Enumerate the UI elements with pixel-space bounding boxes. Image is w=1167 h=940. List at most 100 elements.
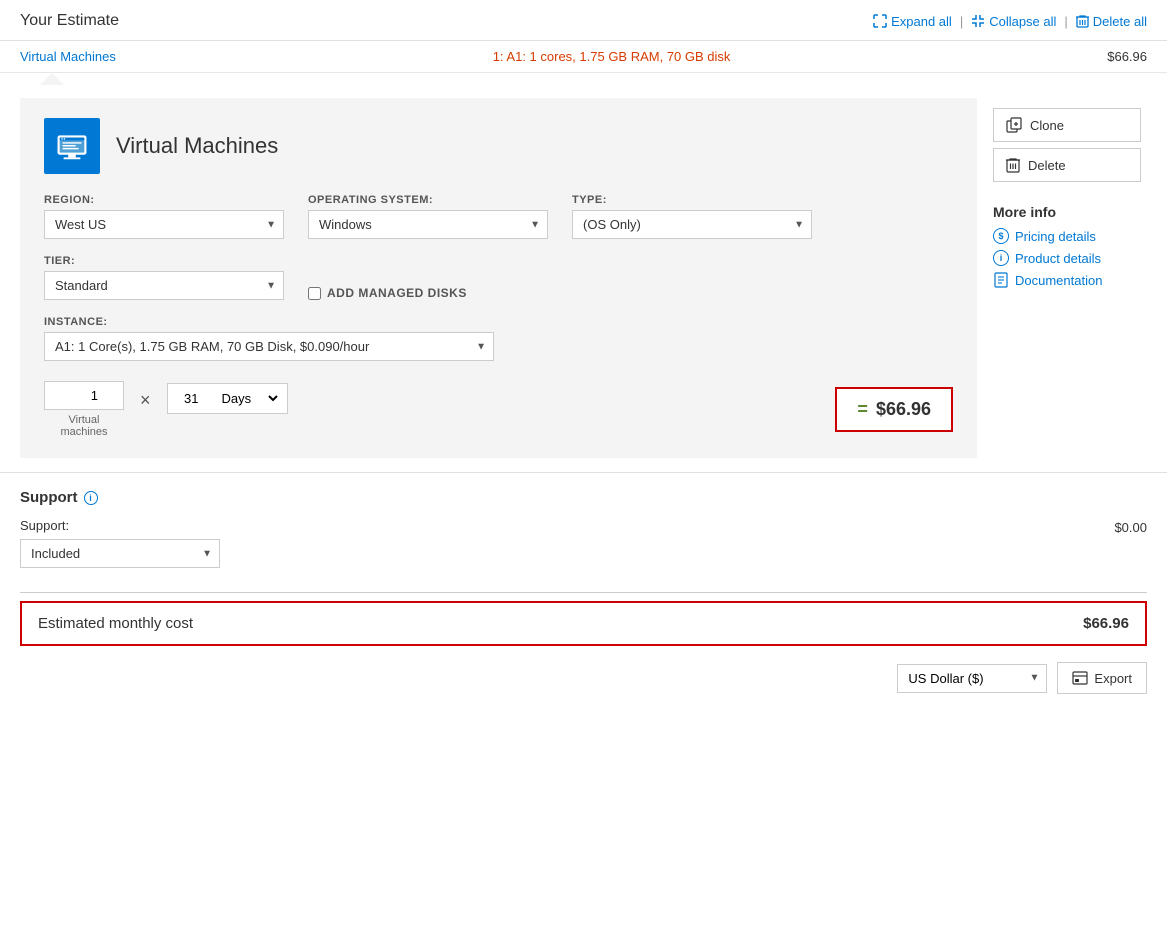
- pricing-details-label: Pricing details: [1015, 229, 1096, 244]
- footer: US Dollar ($) Euro (€) British Pound (£)…: [0, 654, 1167, 702]
- region-select[interactable]: West US East US North Europe: [44, 210, 284, 239]
- product-details-link[interactable]: i Product details: [993, 250, 1147, 266]
- page-wrapper: Your Estimate Expand all | Collapse all …: [0, 0, 1167, 940]
- dollar-icon: $: [993, 228, 1009, 244]
- vm-section: Virtual Machines REGION: West US East US…: [20, 88, 977, 468]
- multiply-symbol: ×: [140, 390, 151, 411]
- vm-count-label: Virtualmachines: [60, 414, 107, 438]
- instance-label: INSTANCE:: [44, 316, 494, 328]
- expand-icon: [873, 14, 887, 28]
- export-icon: [1072, 670, 1088, 686]
- support-title: Support: [20, 489, 78, 506]
- estimated-cost-label: Estimated monthly cost: [38, 615, 193, 632]
- managed-disks-checkbox-group: ADD MANAGED DISKS: [308, 286, 467, 300]
- documentation-link[interactable]: Documentation: [993, 272, 1147, 288]
- support-select[interactable]: Included Developer Standard Professional…: [20, 539, 220, 568]
- delete-button[interactable]: Delete: [993, 148, 1141, 182]
- documentation-label: Documentation: [1015, 273, 1102, 288]
- vm-row-description: 1: A1: 1 cores, 1.75 GB RAM, 70 GB disk: [493, 49, 731, 64]
- vm-count-input[interactable]: [44, 381, 124, 410]
- collapse-icon: [971, 14, 985, 28]
- estimated-cost-row: Estimated monthly cost $66.96: [20, 601, 1147, 646]
- support-left: Support: Included Developer Standard Pro…: [20, 518, 220, 568]
- pricing-details-link[interactable]: $ Pricing details: [993, 228, 1147, 244]
- vm-summary-row: Virtual Machines 1: A1: 1 cores, 1.75 GB…: [0, 41, 1167, 73]
- support-info-icon: i: [84, 491, 98, 505]
- region-group: REGION: West US East US North Europe ▼: [44, 194, 284, 239]
- managed-disks-label[interactable]: ADD MANAGED DISKS: [327, 286, 467, 300]
- estimated-cost-value: $66.96: [1083, 615, 1129, 632]
- form-row-2: TIER: Standard Basic Premium ▼: [44, 255, 953, 300]
- support-row: Support: Included Developer Standard Pro…: [20, 518, 1147, 568]
- vm-section-inner: Virtual Machines REGION: West US East US…: [20, 88, 977, 468]
- collapse-all-button[interactable]: Collapse all: [971, 14, 1056, 29]
- support-price: $0.00: [1114, 520, 1147, 535]
- support-header: Support i: [20, 489, 1147, 506]
- type-label: TYPE:: [572, 194, 812, 206]
- os-select-wrapper: Windows Linux ▼: [308, 210, 548, 239]
- tier-group: TIER: Standard Basic Premium ▼: [44, 255, 284, 300]
- vm-card-header: Virtual Machines: [44, 118, 953, 174]
- tier-select[interactable]: Standard Basic Premium: [44, 271, 284, 300]
- region-label: REGION:: [44, 194, 284, 206]
- managed-disks-checkbox[interactable]: [308, 287, 321, 300]
- vm-card: Virtual Machines REGION: West US East US…: [20, 98, 977, 458]
- managed-disks-group: ADD MANAGED DISKS: [308, 262, 467, 300]
- export-button[interactable]: Export: [1057, 662, 1147, 694]
- clone-icon: [1006, 117, 1022, 133]
- page-header: Your Estimate Expand all | Collapse all …: [0, 0, 1167, 41]
- delete-icon: [1006, 157, 1020, 173]
- info-icon: i: [993, 250, 1009, 266]
- vm-card-title: Virtual Machines: [116, 133, 278, 159]
- currency-wrapper: US Dollar ($) Euro (€) British Pound (£)…: [897, 664, 1047, 693]
- os-group: OPERATING SYSTEM: Windows Linux ▼: [308, 194, 548, 239]
- doc-icon: [993, 272, 1009, 288]
- vm-icon: [44, 118, 100, 174]
- vm-row-price: $66.96: [1107, 49, 1147, 64]
- virtual-machine-icon: [54, 128, 90, 164]
- type-group: TYPE: (OS Only) SQL Server Standard ▼: [572, 194, 812, 239]
- main-content: Virtual Machines REGION: West US East US…: [0, 88, 1167, 468]
- equals-symbol: =: [857, 399, 868, 420]
- instance-select[interactable]: A1: 1 Core(s), 1.75 GB RAM, 70 GB Disk, …: [44, 332, 494, 361]
- days-input[interactable]: [174, 391, 214, 406]
- os-label: OPERATING SYSTEM:: [308, 194, 548, 206]
- separator2: |: [1064, 14, 1067, 29]
- calc-result-value: $66.96: [876, 399, 931, 420]
- more-info-section: More info $ Pricing details i Product de…: [993, 204, 1147, 294]
- type-select[interactable]: (OS Only) SQL Server Standard: [572, 210, 812, 239]
- days-box: Days Hours Months: [167, 383, 288, 414]
- region-select-wrapper: West US East US North Europe ▼: [44, 210, 284, 239]
- clone-button[interactable]: Clone: [993, 108, 1141, 142]
- tier-select-wrapper: Standard Basic Premium ▼: [44, 271, 284, 300]
- delete-label: Delete: [1028, 158, 1066, 173]
- delete-all-button[interactable]: Delete all: [1076, 14, 1147, 29]
- days-unit-select[interactable]: Days Hours Months: [218, 390, 281, 407]
- type-select-wrapper: (OS Only) SQL Server Standard ▼: [572, 210, 812, 239]
- export-label: Export: [1094, 671, 1132, 686]
- form-row-1: REGION: West US East US North Europe ▼: [44, 194, 953, 239]
- form-row-3: INSTANCE: A1: 1 Core(s), 1.75 GB RAM, 70…: [44, 316, 953, 361]
- instance-select-wrapper: A1: 1 Core(s), 1.75 GB RAM, 70 GB Disk, …: [44, 332, 494, 361]
- support-section: Support i Support: Included Developer St…: [0, 472, 1167, 584]
- trash-icon: [1076, 14, 1089, 28]
- days-group: Days Hours Months: [167, 383, 288, 436]
- os-select[interactable]: Windows Linux: [308, 210, 548, 239]
- currency-select[interactable]: US Dollar ($) Euro (€) British Pound (£)…: [897, 664, 1047, 693]
- product-details-label: Product details: [1015, 251, 1101, 266]
- divider: [20, 592, 1147, 593]
- calc-row: Virtualmachines × Days Hours Months: [44, 381, 953, 438]
- separator: |: [960, 14, 963, 29]
- expand-arrow: [0, 73, 1167, 88]
- header-actions: Expand all | Collapse all | Delete all: [873, 14, 1147, 29]
- vm-row-name[interactable]: Virtual Machines: [20, 49, 116, 64]
- instance-group: INSTANCE: A1: 1 Core(s), 1.75 GB RAM, 70…: [44, 316, 494, 361]
- right-sidebar: Clone Delete More info $ Pricing details: [977, 98, 1147, 468]
- support-label: Support:: [20, 518, 220, 533]
- tier-label: TIER:: [44, 255, 284, 267]
- vm-count-group: Virtualmachines: [44, 381, 124, 438]
- support-select-wrapper: Included Developer Standard Professional…: [20, 539, 220, 568]
- expand-all-button[interactable]: Expand all: [873, 14, 952, 29]
- calc-result: = $66.96: [835, 387, 953, 432]
- more-info-title: More info: [993, 204, 1147, 220]
